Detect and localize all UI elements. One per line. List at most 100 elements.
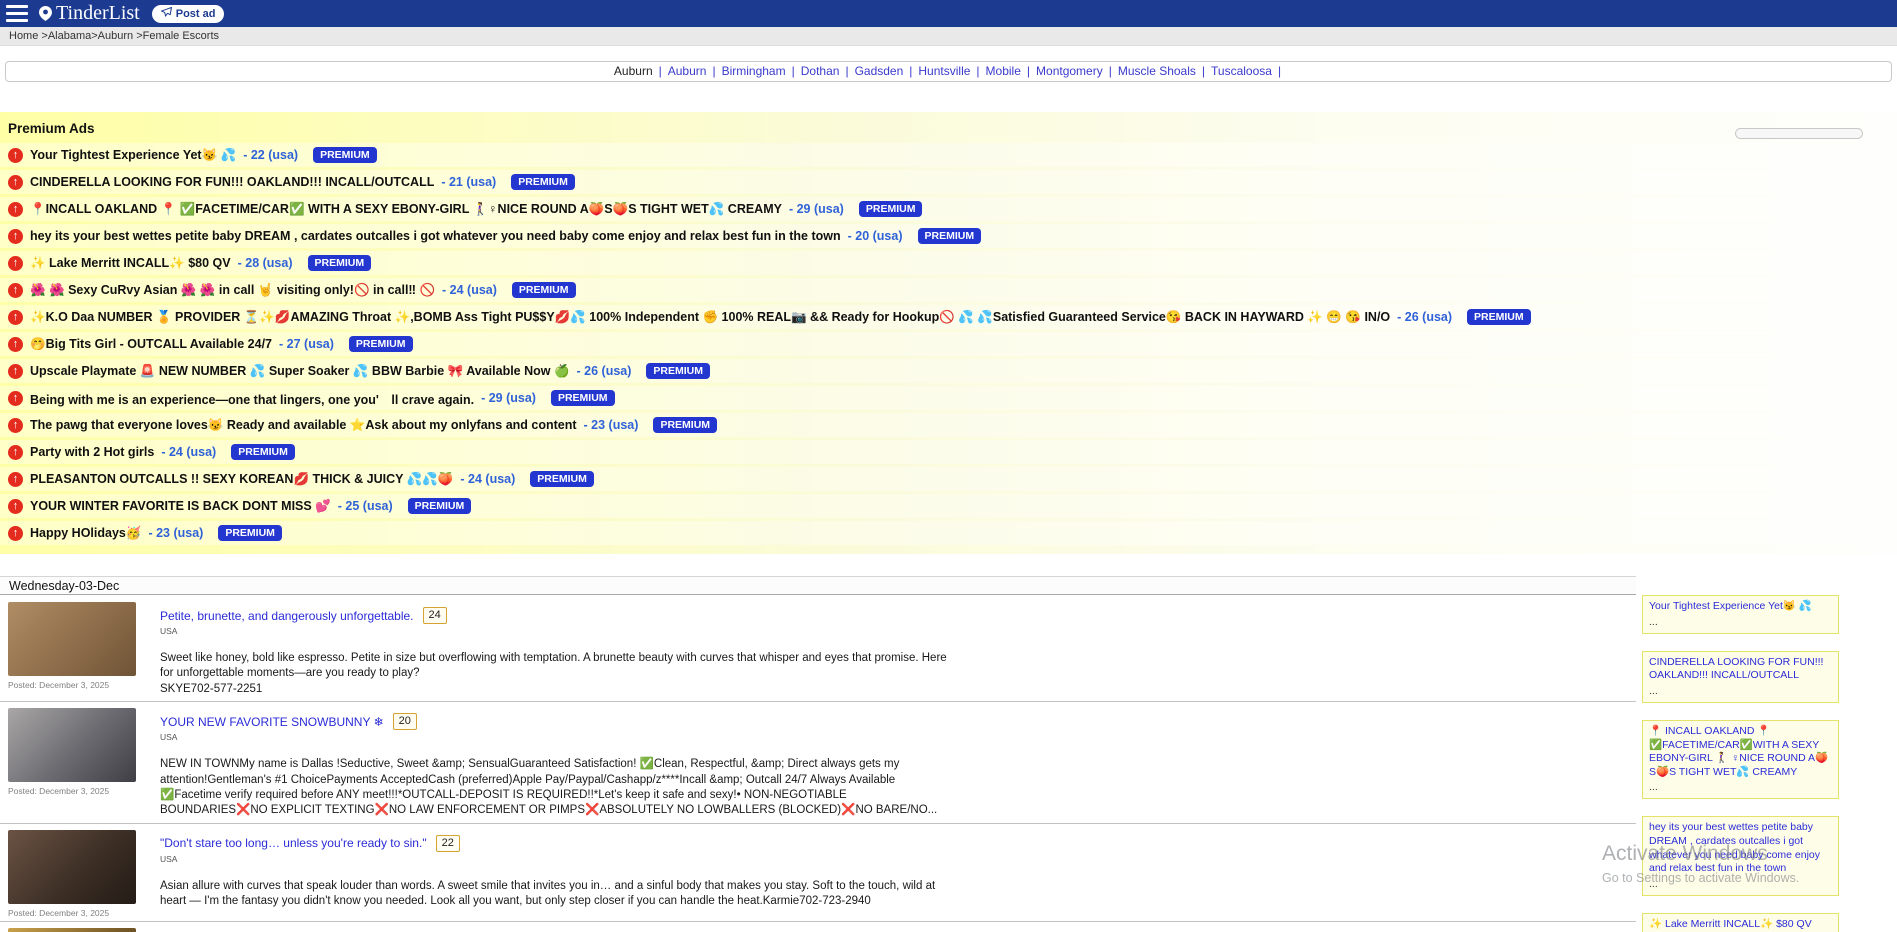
premium-ad-age: - 21 (usa) (441, 175, 496, 189)
premium-ad-title-link[interactable]: CINDERELLA LOOKING FOR FUN!!! OAKLAND!!!… (30, 175, 434, 189)
sidebar-ad-title-link[interactable]: CINDERELLA LOOKING FOR FUN!!! OAKLAND!!!… (1649, 656, 1832, 683)
premium-ad-title-link[interactable]: Your Tightest Experience Yet😼 💦 (30, 148, 236, 163)
listing-country: USA (160, 854, 1628, 864)
city-link[interactable]: Mobile (986, 64, 1021, 78)
listing-description: Asian allure with curves that speak loud… (160, 879, 955, 910)
premium-badge: PREMIUM (349, 336, 413, 352)
premium-ad-age: - 26 (usa) (1397, 310, 1452, 324)
premium-ad-age: - 29 (usa) (481, 391, 536, 405)
premium-ad-row[interactable]: Your Tightest Experience Yet😼 💦 - 22 (us… (0, 143, 1897, 167)
sidebar-ad-card[interactable]: hey its your best wettes petite baby DRE… (1642, 816, 1839, 896)
listing-thumbnail[interactable] (8, 602, 136, 676)
premium-ad-title-link[interactable]: Being with me is an experience—one that … (30, 389, 474, 408)
premium-ad-title-link[interactable]: Upscale Playmate 🚨 NEW NUMBER 💦 Super So… (30, 364, 570, 379)
premium-ad-age: - 20 (usa) (848, 229, 903, 243)
sidebar-premium-list: Your Tightest Experience Yet😼 💦 ... CIND… (1642, 595, 1839, 932)
premium-ad-row[interactable]: Happy HOlidays🥳 - 23 (usa) PREMIUM (0, 521, 1897, 545)
site-logo[interactable]: TinderList (38, 2, 140, 25)
up-arrow-icon (8, 472, 23, 487)
sidebar-ad-card[interactable]: Your Tightest Experience Yet😼 💦 ... (1642, 595, 1839, 634)
hamburger-menu-icon[interactable] (6, 5, 28, 22)
post-ad-button[interactable]: Post ad (152, 5, 225, 23)
listing-thumbnail[interactable] (8, 708, 136, 782)
premium-ad-row[interactable]: CINDERELLA LOOKING FOR FUN!!! OAKLAND!!!… (0, 170, 1897, 194)
sidebar-ad-title-link[interactable]: Your Tightest Experience Yet😼 💦 (1649, 600, 1832, 614)
posted-date: Posted: December 3, 2025 (8, 908, 158, 918)
premium-ad-age: - 24 (usa) (161, 445, 216, 459)
premium-ad-title-link[interactable]: hey its your best wettes petite baby DRE… (30, 229, 841, 243)
page: TinderList Post ad Home >Alabama>Auburn … (0, 0, 1897, 932)
premium-ad-age: - 25 (usa) (338, 499, 393, 513)
premium-ad-row[interactable]: Being with me is an experience—one that … (0, 386, 1897, 410)
city-separator: | (976, 64, 979, 78)
listing-thumbnail[interactable] (8, 830, 136, 904)
city-separator: | (659, 64, 662, 78)
premium-ad-title-link[interactable]: ✨ Lake Merritt INCALL✨ $80 QV (30, 256, 231, 271)
premium-ad-title-link[interactable]: ✨K.O Daa NUMBER 🏅 PROVIDER ⏳✨💋AMAZING Th… (30, 310, 1390, 325)
premium-ad-title-link[interactable]: Happy HOlidays🥳 (30, 526, 141, 541)
up-arrow-icon (8, 229, 23, 244)
listing-header: YOUR NEW FAVORITE SNOWBUNNY ❄ 20 (160, 713, 1628, 730)
listing-image-column: Posted: December 3, 2025 (8, 602, 158, 690)
premium-ad-row[interactable]: hey its your best wettes petite baby DRE… (0, 224, 1897, 248)
premium-ad-row[interactable]: 🤭Big Tits Girl - OUTCALL Available 24/7 … (0, 332, 1897, 356)
sidebar-ad-ellipsis: ... (1649, 878, 1832, 890)
breadcrumb[interactable]: Home >Alabama>Auburn >Female Escorts (0, 27, 1897, 46)
listing-row: Posted: December 3, 2025 Petite, brunett… (0, 596, 1636, 702)
premium-ad-row[interactable]: The pawg that everyone loves😼 Ready and … (0, 413, 1897, 437)
premium-badge: PREMIUM (859, 201, 923, 217)
sidebar-ad-card[interactable]: 📍 INCALL OAKLAND 📍 ✅FACETIME/CAR✅WITH A … (1642, 720, 1839, 800)
city-link[interactable]: Huntsville (918, 64, 970, 78)
sidebar-ad-title-link[interactable]: hey its your best wettes petite baby DRE… (1649, 821, 1832, 876)
up-arrow-icon (8, 391, 23, 406)
city-link[interactable]: Birmingham (722, 64, 786, 78)
premium-ad-title-link[interactable]: PLEASANTON OUTCALLS !! SEXY KOREAN💋 THIC… (30, 472, 453, 487)
listing-text-column: Petite, brunette, and dangerously unforg… (160, 607, 1628, 697)
listing-title-link[interactable]: Petite, brunette, and dangerously unforg… (160, 609, 414, 623)
premium-ad-title-link[interactable]: 📍INCALL OAKLAND 📍 ✅FACETIME/CAR✅ WITH A … (30, 202, 782, 217)
premium-ad-row[interactable]: ✨K.O Daa NUMBER 🏅 PROVIDER ⏳✨💋AMAZING Th… (0, 305, 1897, 329)
listing-image-column: Posted: December 3, 2025 (8, 708, 158, 796)
listing-thumbnail[interactable] (8, 928, 136, 932)
listing-text-column: YOUR NEW FAVORITE SNOWBUNNY ❄ 20 USA NEW… (160, 713, 1628, 819)
city-link[interactable]: Muscle Shoals (1118, 64, 1196, 78)
listing-title-link[interactable]: "Don't stare too long… unless you're rea… (160, 836, 427, 850)
city-separator: | (792, 64, 795, 78)
up-arrow-icon (8, 418, 23, 433)
city-link[interactable]: Auburn (668, 64, 707, 78)
premium-ad-row[interactable]: ✨ Lake Merritt INCALL✨ $80 QV - 28 (usa)… (0, 251, 1897, 275)
premium-ad-title-link[interactable]: 🌺 🌺 Sexy CuRvy Asian 🌺 🌺 in call 🤘 visit… (30, 283, 435, 298)
premium-ads-section: Premium Ads Your Tightest Experience Yet… (0, 112, 1897, 554)
listing-row: A lady for all occasions 38 USA (0, 922, 1636, 932)
premium-ad-age: - 29 (usa) (789, 202, 844, 216)
city-link[interactable]: Tuscaloosa (1211, 64, 1272, 78)
sidebar-ad-title-link[interactable]: ✨ Lake Merritt INCALL✨ $80 QV (1649, 918, 1832, 932)
up-arrow-icon (8, 526, 23, 541)
city-separator: | (909, 64, 912, 78)
premium-ad-row[interactable]: 📍INCALL OAKLAND 📍 ✅FACETIME/CAR✅ WITH A … (0, 197, 1897, 221)
premium-ad-row[interactable]: Upscale Playmate 🚨 NEW NUMBER 💦 Super So… (0, 359, 1897, 383)
premium-ad-row[interactable]: 🌺 🌺 Sexy CuRvy Asian 🌺 🌺 in call 🤘 visit… (0, 278, 1897, 302)
premium-ad-title-link[interactable]: The pawg that everyone loves😼 Ready and … (30, 418, 577, 433)
premium-badge: PREMIUM (231, 444, 295, 460)
premium-ad-row[interactable]: YOUR WINTER FAVORITE IS BACK DONT MISS 💕… (0, 494, 1897, 518)
premium-ad-row[interactable]: PLEASANTON OUTCALLS !! SEXY KOREAN💋 THIC… (0, 467, 1897, 491)
listing-title-link[interactable]: YOUR NEW FAVORITE SNOWBUNNY ❄ (160, 715, 384, 729)
up-arrow-icon (8, 499, 23, 514)
city-link[interactable]: Gadsden (855, 64, 904, 78)
sidebar-ad-title-link[interactable]: 📍 INCALL OAKLAND 📍 ✅FACETIME/CAR✅WITH A … (1649, 725, 1832, 780)
logo-pin-icon (38, 5, 53, 22)
sidebar-ad-card[interactable]: CINDERELLA LOOKING FOR FUN!!! OAKLAND!!!… (1642, 651, 1839, 703)
city-separator: | (1278, 64, 1281, 78)
sidebar-ad-card[interactable]: ✨ Lake Merritt INCALL✨ $80 QV ... (1642, 913, 1839, 932)
listing-description: Sweet like honey, bold like espresso. Pe… (160, 651, 955, 697)
premium-ad-title-link[interactable]: Party with 2 Hot girls (30, 445, 154, 459)
sidebar-ad-ellipsis: ... (1649, 781, 1832, 793)
premium-badge: PREMIUM (313, 147, 377, 163)
city-link[interactable]: Dothan (801, 64, 840, 78)
premium-ad-row[interactable]: Party with 2 Hot girls - 24 (usa) PREMIU… (0, 440, 1897, 464)
premium-ad-title-link[interactable]: 🤭Big Tits Girl - OUTCALL Available 24/7 (30, 337, 272, 352)
premium-ad-title-link[interactable]: YOUR WINTER FAVORITE IS BACK DONT MISS 💕 (30, 499, 331, 514)
premium-badge: PREMIUM (408, 498, 472, 514)
city-link[interactable]: Montgomery (1036, 64, 1103, 78)
